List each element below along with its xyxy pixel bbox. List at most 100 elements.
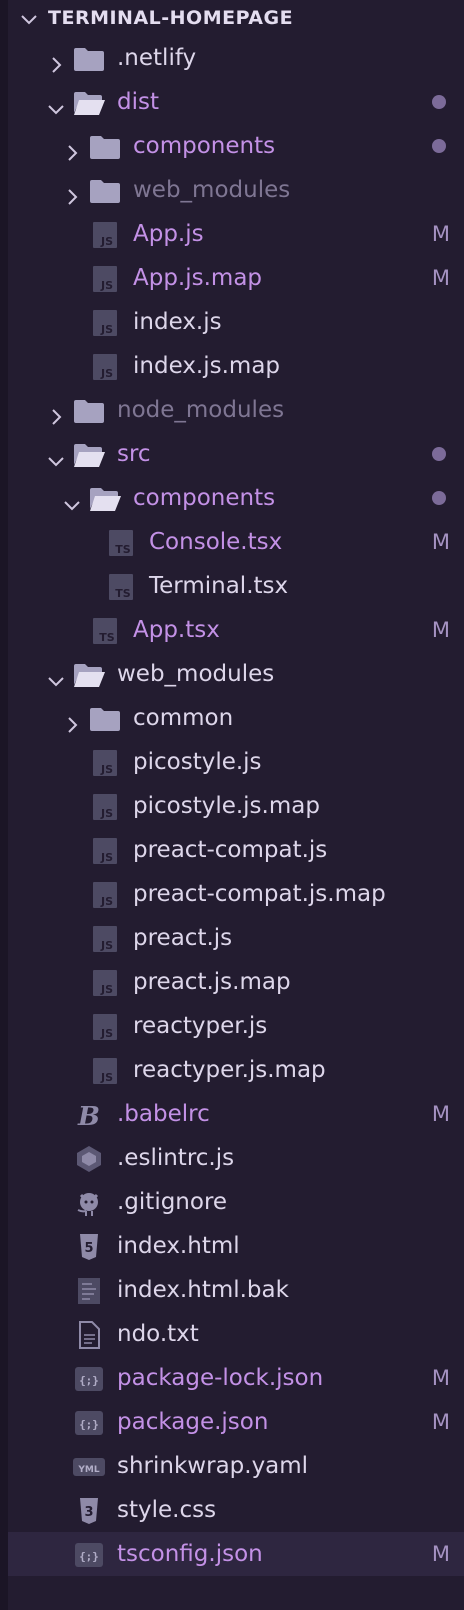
svg-text:{;}: {;} [79,1418,99,1431]
backup-file-icon [72,1276,106,1304]
svg-text:JS: JS [100,939,113,952]
tree-folder-row[interactable]: components [8,124,464,168]
svg-text:JS: JS [100,851,113,864]
tree-item-label: Console.tsx [149,529,283,555]
tree-file-row[interactable]: B .babelrc M [8,1092,464,1136]
js-icon: JS [88,1012,122,1040]
tree-item-label: node_modules [117,397,285,423]
tree-file-row[interactable]: JS reactyper.js.map [8,1048,464,1092]
svg-text:JS: JS [100,1071,113,1084]
tree-file-row[interactable]: ndo.txt [8,1312,464,1356]
js-icon: JS [88,792,122,820]
json-icon: {;} [72,1540,106,1568]
chevron-down-icon[interactable] [45,91,67,115]
tree-file-row[interactable]: JS App.js M [8,212,464,256]
tree-file-row[interactable]: index.html.bak [8,1268,464,1312]
tree-folder-row[interactable]: components [8,476,464,520]
git-status-badge: M [431,1542,450,1566]
tree-file-row[interactable]: JS picostyle.js [8,740,464,784]
tree-folder-row[interactable]: common [8,696,464,740]
tree-folder-row[interactable]: node_modules [8,388,464,432]
tree-item-label: Terminal.tsx [149,573,289,599]
tree-file-row[interactable]: 3 style.css [8,1488,464,1532]
tree-file-row[interactable]: .gitignore [8,1180,464,1224]
tree-item-label: components [133,485,276,511]
tree-file-row[interactable]: JS picostyle.js.map [8,784,464,828]
tree-item-label: index.html [117,1233,240,1259]
modified-dot-icon [432,447,446,461]
svg-text:YML: YML [77,1465,99,1475]
svg-text:TS: TS [115,543,131,556]
tree-file-row[interactable]: {;} package.json M [8,1400,464,1444]
js-icon: JS [88,220,122,248]
tree-folder-row[interactable]: web_modules [8,652,464,696]
tree-item-label: .gitignore [117,1189,228,1215]
text-file-icon [72,1320,106,1349]
tree-file-row[interactable]: JS preact.js [8,916,464,960]
chevron-down-icon[interactable] [61,487,83,511]
tree-folder-row[interactable]: src [8,432,464,476]
tree-file-row[interactable]: TS Console.tsx M [8,520,464,564]
tree-item-label: tsconfig.json [117,1541,263,1567]
tree-file-row[interactable]: JS index.js.map [8,344,464,388]
tree-file-row[interactable]: JS preact.js.map [8,960,464,1004]
tree-item-label: src [117,441,151,467]
tree-folder-row[interactable]: .netlify [8,36,464,80]
folder-icon [72,44,106,72]
js-icon: JS [88,924,122,952]
tree-item-label: package.json [117,1409,269,1435]
chevron-right-icon[interactable] [61,707,83,733]
tree-file-row[interactable]: TS Terminal.tsx [8,564,464,608]
chevron-right-icon[interactable] [45,47,67,73]
html5-icon: 5 [72,1232,106,1260]
tree-item-label: preact.js.map [133,969,291,995]
css3-icon: 3 [72,1496,106,1524]
ts-icon: TS [104,528,138,556]
svg-text:JS: JS [100,279,113,292]
tree-file-row[interactable]: .eslintrc.js [8,1136,464,1180]
tree-folder-row[interactable]: dist [8,80,464,124]
folder-icon [72,396,106,424]
tree-file-row[interactable]: JS index.js [8,300,464,344]
git-status-badge: M [431,222,450,246]
tree-item-label: web_modules [117,661,275,687]
ts-icon: TS [104,572,138,600]
tree-file-row[interactable]: JS reactyper.js [8,1004,464,1048]
eslint-icon [72,1144,106,1172]
tree-file-row[interactable]: {;} package-lock.json M [8,1356,464,1400]
json-icon: {;} [72,1408,106,1436]
tree-file-row[interactable]: YML shrinkwrap.yaml [8,1444,464,1488]
svg-text:JS: JS [100,763,113,776]
chevron-down-icon [21,15,37,25]
folder-icon [88,176,122,204]
svg-text:JS: JS [100,323,113,336]
tree-file-row[interactable]: JS preact-compat.js.map [8,872,464,916]
tree-item-label: common [133,705,234,731]
svg-text:JS: JS [100,367,113,380]
chevron-right-icon[interactable] [61,135,83,161]
folder-icon [88,704,122,732]
tree-item-label: reactyper.js [133,1013,268,1039]
tree-item-label: ndo.txt [117,1321,199,1347]
chevron-right-icon[interactable] [61,179,83,205]
json-icon: {;} [72,1364,106,1392]
svg-text:JS: JS [100,1027,113,1040]
tree-folder-row[interactable]: web_modules [8,168,464,212]
tree-file-row[interactable]: JS preact-compat.js [8,828,464,872]
chevron-right-icon[interactable] [45,399,67,425]
tree-file-row[interactable]: 5 index.html [8,1224,464,1268]
tree-file-row[interactable]: JS App.js.map M [8,256,464,300]
tree-item-label: components [133,133,276,159]
chevron-down-icon[interactable] [45,663,67,687]
js-icon: JS [88,352,122,380]
chevron-down-icon[interactable] [45,443,67,467]
tree-file-row[interactable]: TS App.tsx M [8,608,464,652]
explorer-section-header[interactable]: TERMINAL-HOMEPAGE [8,0,464,36]
js-icon: JS [88,836,122,864]
svg-text:TS: TS [115,587,131,600]
tree-item-label: preact-compat.js [133,837,328,863]
tree-item-label: web_modules [133,177,291,203]
folder-open-icon [72,660,106,688]
tree-file-row[interactable]: {;} tsconfig.json M [8,1532,464,1576]
js-icon: JS [88,968,122,996]
